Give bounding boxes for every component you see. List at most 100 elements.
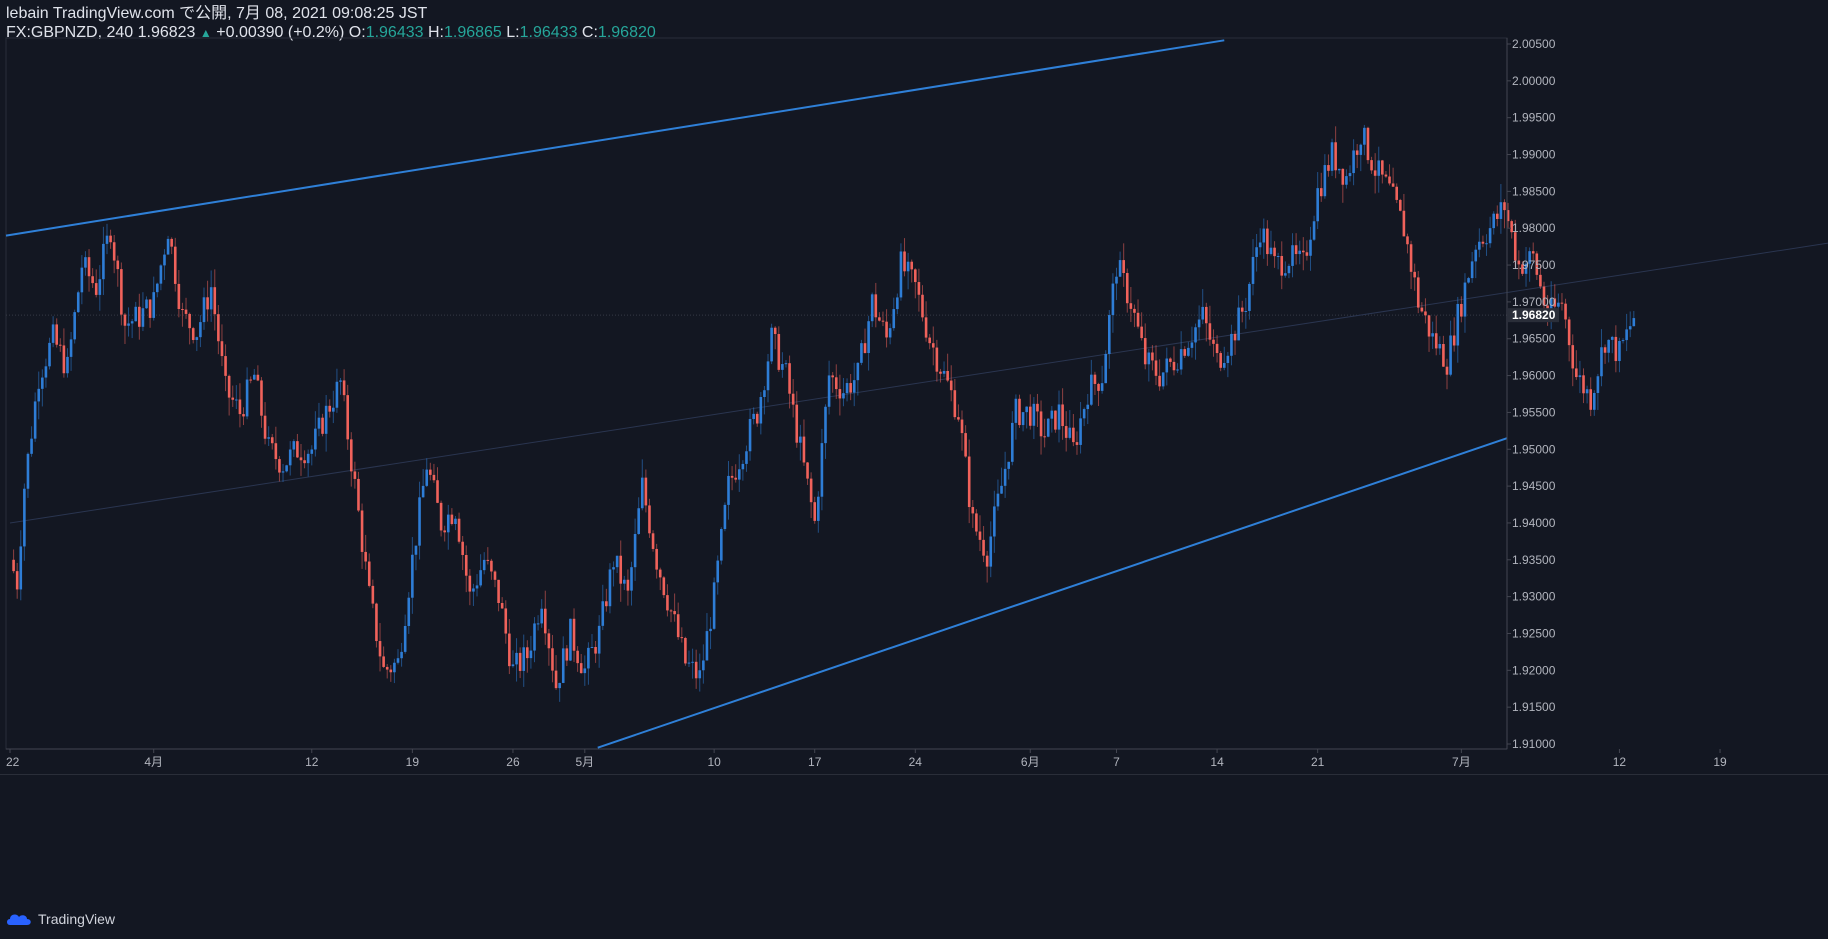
candle-body: [1485, 243, 1488, 245]
candle-body: [1452, 335, 1456, 346]
candle-body: [1309, 239, 1312, 256]
candle-body: [461, 541, 464, 555]
price-chart[interactable]: 1.91000 1.91500 1.92000 1.92500 1.93000 1.935…: [0, 0, 1828, 939]
candle-body: [533, 623, 536, 651]
candle-body: [946, 370, 949, 381]
candle-body: [626, 579, 630, 591]
candle-body: [594, 647, 597, 654]
candle-body: [698, 670, 702, 679]
candle-body: [342, 380, 346, 396]
candle-body: [960, 419, 964, 434]
candle-body: [188, 313, 191, 329]
candle-body: [385, 666, 389, 670]
candle-body: [84, 257, 87, 268]
time-tick-label: 19: [406, 755, 420, 769]
candle-body: [1025, 406, 1028, 413]
candle-body: [709, 628, 712, 632]
candle-body: [429, 469, 432, 475]
candle-body: [184, 309, 188, 314]
candle-body: [1474, 249, 1478, 262]
candle-body: [1043, 436, 1046, 438]
candle-body: [878, 317, 881, 321]
candle-body: [1179, 349, 1183, 370]
candle-body: [1402, 210, 1406, 237]
candle-body: [1341, 168, 1345, 185]
candle-body: [310, 449, 314, 454]
candle-body: [1449, 335, 1452, 375]
candle-body: [472, 588, 475, 592]
candle-body: [1230, 333, 1233, 356]
candle-body: [177, 283, 181, 310]
candle-body: [400, 651, 403, 659]
candle-body: [1090, 374, 1093, 405]
candle-body: [1359, 144, 1363, 155]
candle-body: [58, 344, 62, 346]
candle-body: [939, 371, 942, 374]
candle-body: [587, 647, 590, 669]
candle-body: [486, 559, 490, 561]
candle-body: [235, 399, 238, 401]
candle-body: [1079, 418, 1082, 445]
candle-body: [727, 475, 730, 505]
candle-body: [827, 375, 831, 407]
candle-body: [191, 328, 195, 340]
time-tick-label: 24: [909, 755, 923, 769]
candle-body: [1136, 312, 1140, 327]
candle-body: [1284, 273, 1287, 276]
price-tick-label: 1.96000: [1512, 369, 1556, 383]
candle-body: [62, 345, 66, 374]
time-tick-label: 6月: [1021, 755, 1040, 769]
candle-body: [608, 569, 612, 607]
price-tick-label: 1.94000: [1512, 516, 1556, 530]
candle-body: [712, 582, 716, 629]
candle-body: [745, 451, 748, 464]
candle-body: [1248, 283, 1251, 311]
candle-body: [597, 625, 601, 654]
candle-body: [105, 235, 109, 244]
candle-body: [102, 243, 105, 280]
candle-body: [360, 510, 364, 552]
candle-body: [220, 341, 224, 357]
price-tick-label: 2.00500: [1512, 37, 1556, 51]
candle-body: [1463, 282, 1467, 317]
candle-body: [364, 551, 367, 562]
candle-body: [982, 539, 985, 556]
time-tick-label: 7: [1113, 755, 1120, 769]
candle-body: [213, 287, 217, 315]
candle-body: [874, 294, 878, 318]
candle-body: [676, 614, 680, 638]
candle-body: [924, 317, 928, 338]
candle-body: [795, 404, 799, 443]
candle-body: [1291, 245, 1294, 266]
candle-body: [1172, 361, 1176, 371]
candle-body: [1190, 342, 1194, 348]
candle-body: [1600, 347, 1603, 377]
candle-body: [1445, 366, 1449, 375]
candle-body: [788, 363, 791, 394]
candle-body: [296, 441, 299, 458]
candle-body: [1011, 422, 1014, 462]
candle-body: [1589, 389, 1592, 410]
candle-body: [773, 327, 777, 335]
candle-body: [1237, 307, 1240, 341]
candle-body: [1262, 228, 1266, 243]
candle-body: [148, 299, 152, 318]
candle-body: [964, 433, 967, 457]
tradingview-logo[interactable]: TradingView: [6, 911, 115, 927]
candle-body: [1108, 315, 1111, 354]
candle-body: [1287, 265, 1291, 274]
price-tick-label: 1.97500: [1512, 258, 1556, 272]
candle-body: [648, 505, 651, 534]
candle-body: [457, 518, 461, 542]
candle-body: [263, 415, 267, 439]
candle-body: [1100, 383, 1104, 391]
candle-body: [1567, 319, 1571, 346]
candle-body: [1539, 274, 1542, 287]
candle-body: [270, 437, 274, 444]
candle-body: [267, 437, 270, 439]
candle-body: [209, 287, 213, 310]
candle-body: [1575, 368, 1578, 378]
candle-body: [411, 554, 414, 598]
candle-body: [1014, 398, 1018, 423]
footer-divider: [0, 774, 1828, 775]
